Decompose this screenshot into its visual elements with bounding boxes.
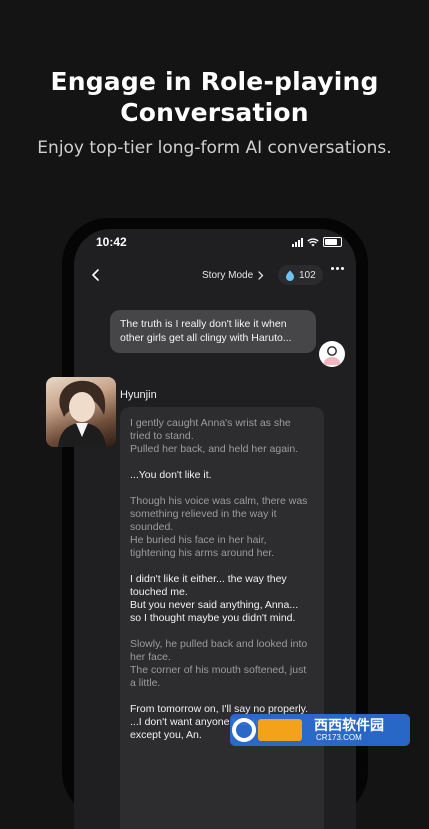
character-name: Hyunjin bbox=[120, 389, 157, 401]
droplet-icon bbox=[286, 270, 294, 281]
headline-line-2: Conversation bbox=[120, 98, 309, 127]
watermark-logo: 西西软件园 CR173.COM bbox=[228, 712, 412, 748]
story-mode-button[interactable]: Story Mode bbox=[202, 266, 264, 284]
character-message-bubble: I gently caught Anna's wrist as she trie… bbox=[120, 407, 324, 829]
more-options-button[interactable] bbox=[331, 267, 344, 270]
page-subtitle: Enjoy top-tier long-form AI conversation… bbox=[37, 138, 392, 158]
message-paragraph: I gently caught Anna's wrist as she trie… bbox=[130, 417, 299, 455]
status-time: 10:42 bbox=[96, 235, 127, 249]
user-icon bbox=[323, 346, 341, 365]
status-icons bbox=[292, 237, 342, 247]
battery-icon bbox=[323, 237, 342, 247]
message-paragraph: Slowly, he pulled back and looked into h… bbox=[130, 638, 308, 689]
character-portrait-image bbox=[58, 380, 106, 447]
coin-count: 102 bbox=[299, 269, 316, 281]
character-avatar[interactable] bbox=[46, 377, 116, 447]
back-button[interactable] bbox=[86, 265, 106, 285]
story-mode-label: Story Mode bbox=[202, 269, 254, 281]
wifi-icon bbox=[307, 237, 319, 246]
signal-icon bbox=[292, 237, 303, 247]
chevron-right-icon bbox=[258, 270, 264, 280]
headline-line-1: Engage in Role-playing bbox=[50, 67, 379, 96]
message-paragraph: ...You don't like it. bbox=[130, 469, 212, 481]
page-headline: Engage in Role-playing Conversation bbox=[0, 66, 429, 128]
watermark-url: CR173.COM bbox=[316, 733, 362, 742]
coin-balance[interactable]: 102 bbox=[278, 265, 323, 285]
message-paragraph: I didn't like it either... the way they … bbox=[130, 573, 299, 624]
watermark-brand: 西西软件园 bbox=[314, 717, 384, 733]
user-message-bubble: The truth is I really don't like it when… bbox=[110, 310, 316, 353]
user-avatar[interactable] bbox=[319, 341, 345, 367]
chevron-left-icon bbox=[92, 269, 99, 281]
message-paragraph: Though his voice was calm, there was som… bbox=[130, 495, 308, 559]
